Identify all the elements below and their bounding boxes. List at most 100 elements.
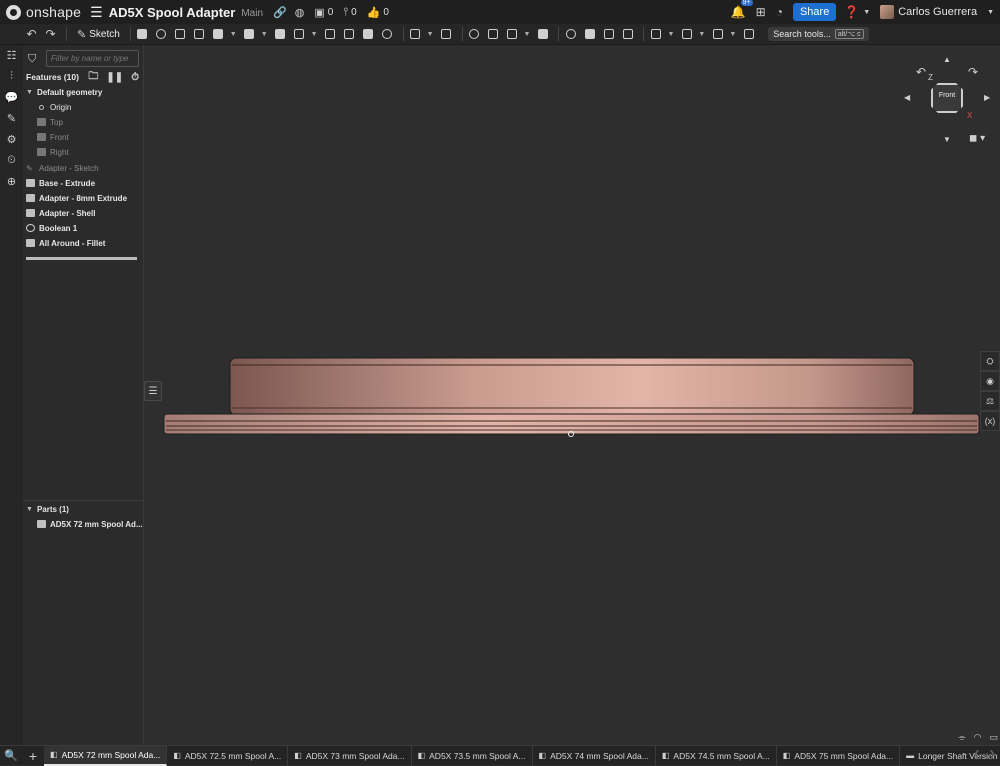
redo-icon[interactable]: ↷ — [43, 27, 58, 42]
chevron-down-icon[interactable]: ▼ — [311, 31, 318, 38]
tree-item-origin[interactable]: Origin — [37, 100, 71, 114]
history-icon[interactable]: ⏲ — [0, 150, 23, 171]
panel-divider[interactable] — [23, 500, 144, 501]
rib-tool-icon[interactable] — [323, 27, 338, 42]
boolean-tool-icon[interactable] — [467, 27, 482, 42]
likes-count[interactable]: 👍 0 — [367, 6, 389, 19]
help-icon[interactable]: ❓ — [844, 5, 859, 19]
tabs-next-icon[interactable]: ❯ — [988, 749, 996, 760]
tree-item-front-plane[interactable]: Front — [37, 130, 69, 144]
split-tool-icon[interactable] — [486, 27, 501, 42]
sweep-tool-icon[interactable] — [173, 27, 188, 42]
draft-tool-icon[interactable] — [292, 27, 307, 42]
chevron-down-icon[interactable]: ▼ — [698, 31, 705, 38]
tabs-prev-icon[interactable]: ❮ — [973, 749, 981, 760]
mass-properties-icon[interactable]: ⚖ — [980, 391, 1000, 411]
appearance-panel-icon[interactable]: ⛭ — [980, 351, 1000, 371]
stopwatch-icon[interactable]: ⏱ — [131, 69, 139, 86]
chevron-down-icon[interactable]: ▼ — [230, 31, 237, 38]
chamfer-tool-icon[interactable] — [273, 27, 288, 42]
view-reset-icon[interactable]: ▭ — [989, 732, 998, 743]
parts-folder[interactable]: ▼ Parts (1) — [23, 502, 69, 516]
part-model[interactable] — [144, 45, 1000, 745]
undo-icon[interactable]: ↶ — [24, 27, 39, 42]
chevron-down-icon[interactable]: ▼ — [667, 31, 674, 38]
plane-tool-icon[interactable] — [648, 27, 663, 42]
tree-item-feature[interactable]: ✎ Adapter - Sketch — [26, 161, 99, 175]
view-tools-icon[interactable]: ⌯ — [958, 732, 965, 743]
thread-tool-icon[interactable] — [380, 27, 395, 42]
user-name[interactable]: Carlos Guerrera — [898, 6, 977, 18]
offset-surface-tool-icon[interactable] — [620, 27, 635, 42]
sketch-button[interactable]: ✎ Sketch — [77, 28, 120, 41]
shell-tool-icon[interactable] — [342, 27, 357, 42]
user-chevron-down-icon[interactable]: ▼ — [987, 9, 994, 16]
modify-fillet-tool-icon[interactable] — [563, 27, 578, 42]
configurations-icon[interactable]: ⚙ — [0, 129, 23, 150]
tab-document-element[interactable]: ◧ AD5X 72 mm Spool Ada... — [44, 745, 168, 766]
move-face-tool-icon[interactable] — [582, 27, 597, 42]
mate-connector-tool-icon[interactable] — [679, 27, 694, 42]
properties-icon[interactable]: ✎ — [0, 108, 23, 129]
thicken-tool-icon[interactable] — [211, 27, 226, 42]
fillet-tool-icon[interactable] — [242, 27, 257, 42]
chevron-down-icon[interactable]: ▼ — [26, 89, 33, 96]
part-list-item[interactable]: AD5X 72 mm Spool Ad... — [37, 517, 143, 531]
comments-icon[interactable]: 💬 — [0, 87, 23, 108]
tab-document-element[interactable]: ◧ AD5X 73 mm Spool Ada... — [288, 745, 412, 766]
view-options-icon[interactable]: ◼ ▾ — [969, 133, 985, 144]
tree-item-feature[interactable]: Adapter - Shell — [26, 206, 95, 220]
search-icon[interactable]: 🔍 — [0, 749, 22, 762]
versions-count[interactable]: ▣ 0 — [314, 6, 333, 19]
hole-tool-icon[interactable] — [361, 27, 376, 42]
tab-document-element[interactable]: ◧ AD5X 72.5 mm Spool A... — [167, 745, 289, 766]
branches-count[interactable]: ⫯ 0 — [343, 6, 356, 19]
variable-table-icon[interactable]: (x) — [980, 411, 1000, 431]
chevron-down-icon[interactable]: ▼ — [26, 506, 33, 513]
default-geometry-folder[interactable]: ▼ Default geometry — [23, 85, 102, 99]
add-tab-icon[interactable]: + — [22, 748, 44, 764]
transform-tool-icon[interactable] — [505, 27, 520, 42]
branch-label[interactable]: Main — [241, 8, 263, 19]
add-folder-icon[interactable]: 🗀 — [88, 69, 98, 86]
tree-item-feature[interactable]: Adapter - 8mm Extrude — [26, 191, 127, 205]
tree-item-feature[interactable]: Base - Extrude — [26, 176, 95, 190]
tab-document-element[interactable]: ◧ AD5X 74.5 mm Spool A... — [656, 745, 777, 766]
arrow-left-icon[interactable]: ◀ — [904, 93, 910, 102]
document-title[interactable]: AD5X Spool Adapter — [109, 5, 236, 20]
avatar[interactable] — [880, 5, 895, 19]
graphics-viewport[interactable]: ☰ ↶ ↷ ▲ ◀ ▶ ▼ Z X Front ◼ ▾ ⛭ ◉ ⚖ (x) ⌯ … — [144, 45, 1000, 745]
pause-icon[interactable]: ❚❚ — [106, 69, 123, 86]
chevron-down-icon[interactable]: ▼ — [729, 31, 736, 38]
tab-document-element[interactable]: ◧ AD5X 74 mm Spool Ada... — [533, 745, 656, 766]
tree-item-top-plane[interactable]: Top — [37, 115, 63, 129]
public-globe-icon[interactable]: ◍ — [295, 6, 305, 19]
arrow-down-icon[interactable]: ▼ — [943, 135, 951, 144]
variables-icon[interactable]: ⫶ — [0, 66, 23, 87]
tree-item-feature[interactable]: All Around - Fillet — [26, 236, 105, 250]
search-tools-button[interactable]: Search tools... alt/⌥ c — [768, 27, 869, 41]
extrude-tool-icon[interactable] — [135, 27, 150, 42]
tab-document-element[interactable]: ◧ AD5X 75 mm Spool Ada... — [777, 745, 901, 766]
menu-icon[interactable]: ☰ — [90, 4, 103, 21]
arrow-up-icon[interactable]: ▲ — [943, 55, 951, 64]
rollback-bar[interactable] — [26, 257, 137, 260]
chevron-down-icon[interactable]: ▼ — [427, 31, 434, 38]
help-chevron-down-icon[interactable]: ▼ — [863, 9, 870, 16]
tree-item-right-plane[interactable]: Right — [37, 145, 69, 159]
feature-list-icon[interactable]: ☷ — [0, 45, 23, 66]
app-store-icon[interactable]: ⊞ — [756, 5, 766, 19]
custom-features-icon[interactable] — [741, 27, 756, 42]
insert-icon[interactable]: ⊕ — [0, 171, 23, 192]
rotate-up-right-icon[interactable]: ↷ — [968, 65, 978, 79]
tree-item-feature[interactable]: Boolean 1 — [26, 221, 77, 235]
sheet-metal-tool-icon[interactable] — [710, 27, 725, 42]
view-cube[interactable]: ↶ ↷ ▲ ◀ ▶ ▼ Z X Front ◼ ▾ — [904, 53, 1000, 148]
render-panel-icon[interactable]: ◉ — [980, 371, 1000, 391]
onshape-logo[interactable]: onshape — [6, 4, 81, 20]
mirror-tool-icon[interactable] — [439, 27, 454, 42]
replace-face-tool-icon[interactable] — [601, 27, 616, 42]
chevron-down-icon[interactable]: ▼ — [524, 31, 531, 38]
revolve-tool-icon[interactable] — [154, 27, 169, 42]
notifications-icon[interactable]: 🔔 9+ — [731, 0, 753, 19]
